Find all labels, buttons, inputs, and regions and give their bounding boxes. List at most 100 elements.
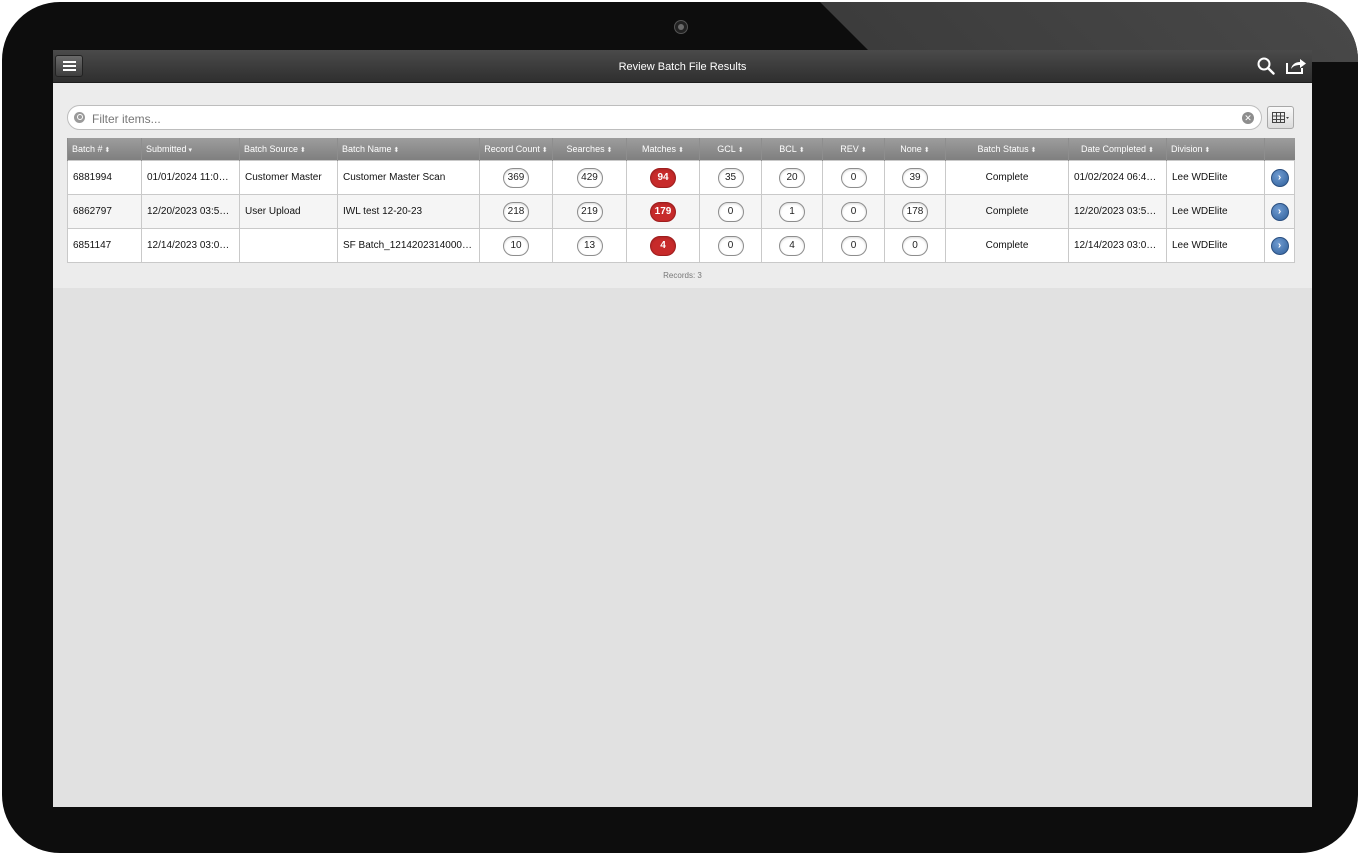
batch-name-cell: SF Batch_12142023140005367 — [337, 228, 480, 263]
searches-cell: 219 — [552, 194, 627, 229]
searches-cell: 429 — [552, 160, 627, 195]
chevron-right-icon[interactable]: › — [1270, 236, 1289, 255]
gcl-cell: 35 — [699, 160, 762, 195]
column-header[interactable]: Batch Status ⬍ — [945, 138, 1069, 161]
batch-name-cell: IWL test 12-20-23 — [337, 194, 480, 229]
batch-number-cell: 6851147 — [67, 228, 142, 263]
tablet-frame: Review Batch File Results ✕ — [2, 2, 1358, 853]
none-badge: 178 — [902, 201, 928, 222]
matches-badge: 179 — [650, 201, 676, 222]
matches-cell: 94 — [626, 160, 700, 195]
bcl-cell: 4 — [761, 228, 823, 263]
matches-cell: 4 — [626, 228, 700, 263]
batch-status-cell: Complete — [945, 194, 1069, 229]
clear-icon[interactable]: ✕ — [1242, 112, 1254, 124]
chevron-right-icon[interactable]: › — [1270, 202, 1289, 221]
top-bar: Review Batch File Results — [53, 50, 1312, 83]
date-completed-cell: 01/02/2024 06:47 ... — [1068, 160, 1167, 195]
date-completed-cell: 12/20/2023 03:54 ... — [1068, 194, 1167, 229]
division-cell: Lee WDElite — [1166, 194, 1265, 229]
date-completed-cell: 12/14/2023 03:00 ... — [1068, 228, 1167, 263]
column-header[interactable]: Division ⬍ — [1166, 138, 1265, 161]
column-header[interactable]: Matches ⬍ — [626, 138, 700, 161]
grid-icon — [1272, 112, 1289, 123]
batch-source-cell: Customer Master — [239, 160, 338, 195]
matches-badge: 4 — [650, 235, 676, 256]
column-header[interactable]: Submitted ▾ — [141, 138, 240, 161]
table-header-row: Batch # ⬍ Submitted ▾ Batch Source ⬍ Batch … — [67, 138, 1295, 161]
rev-cell: 0 — [822, 160, 885, 195]
app-screen: Review Batch File Results ✕ — [53, 50, 1312, 807]
search-icon — [74, 112, 85, 123]
chevron-right-icon[interactable]: › — [1270, 168, 1289, 187]
searches-badge: 13 — [576, 235, 603, 256]
record-count-badge: 218 — [503, 201, 529, 222]
batch-number-cell: 6862797 — [67, 194, 142, 229]
camera-icon — [674, 20, 688, 34]
column-chooser-button[interactable] — [1267, 106, 1294, 129]
rev-badge: 0 — [840, 235, 867, 256]
batch-name-cell: Customer Master Scan — [337, 160, 480, 195]
gcl-cell: 0 — [699, 194, 762, 229]
batch-source-cell — [239, 228, 338, 263]
record-count-badge: 10 — [503, 235, 529, 256]
bcl-cell: 20 — [761, 160, 823, 195]
submitted-cell: 01/01/2024 11:01 PM — [141, 160, 240, 195]
column-header[interactable]: Record Count ⬍ — [479, 138, 553, 161]
table-row[interactable]: 6862797 12/20/2023 03:52 ... User Upload… — [67, 194, 1295, 229]
row-action-cell: › — [1264, 160, 1295, 195]
bcl-cell: 1 — [761, 194, 823, 229]
searches-badge: 219 — [576, 201, 603, 222]
batch-status-cell: Complete — [945, 160, 1069, 195]
column-header[interactable]: Date Completed ⬍ — [1068, 138, 1167, 161]
column-header[interactable]: Batch # ⬍ — [67, 138, 142, 161]
gcl-badge: 0 — [717, 235, 744, 256]
rev-badge: 0 — [840, 201, 867, 222]
matches-badge: 94 — [650, 167, 676, 188]
rev-cell: 0 — [822, 228, 885, 263]
results-table: Batch # ⬍ Submitted ▾ Batch Source ⬍ Batch … — [67, 138, 1295, 263]
record-count-badge: 369 — [503, 167, 529, 188]
gcl-badge: 0 — [717, 201, 744, 222]
bcl-badge: 20 — [779, 167, 805, 188]
rev-badge: 0 — [840, 167, 867, 188]
none-badge: 0 — [902, 235, 928, 256]
none-badge: 39 — [902, 167, 928, 188]
table-row[interactable]: 6881994 01/01/2024 11:01 PM Customer Mas… — [67, 160, 1295, 195]
row-action-cell: › — [1264, 194, 1295, 229]
column-header[interactable]: Batch Source ⬍ — [239, 138, 338, 161]
filter-bar: ✕ — [67, 105, 1262, 130]
none-cell: 39 — [884, 160, 946, 195]
column-header[interactable]: GCL ⬍ — [699, 138, 762, 161]
bcl-badge: 1 — [779, 201, 805, 222]
searches-badge: 429 — [576, 167, 603, 188]
share-icon[interactable] — [1285, 57, 1307, 75]
column-header[interactable]: Batch Name ⬍ — [337, 138, 480, 161]
column-header-actions — [1264, 138, 1295, 161]
filter-input[interactable] — [90, 109, 1234, 129]
division-cell: Lee WDElite — [1166, 228, 1265, 263]
page-title: Review Batch File Results — [618, 61, 747, 73]
table-row[interactable]: 6851147 12/14/2023 03:00 ... SF Batch_12… — [67, 228, 1295, 263]
gcl-cell: 0 — [699, 228, 762, 263]
searches-cell: 13 — [552, 228, 627, 263]
record-count-cell: 369 — [479, 160, 553, 195]
none-cell: 178 — [884, 194, 946, 229]
row-action-cell: › — [1264, 228, 1295, 263]
record-count-cell: 218 — [479, 194, 553, 229]
none-cell: 0 — [884, 228, 946, 263]
records-count: Records: 3 — [663, 271, 702, 280]
bcl-badge: 4 — [779, 235, 805, 256]
record-count-cell: 10 — [479, 228, 553, 263]
search-icon[interactable] — [1257, 57, 1275, 75]
batch-status-cell: Complete — [945, 228, 1069, 263]
submitted-cell: 12/20/2023 03:52 ... — [141, 194, 240, 229]
column-header[interactable]: None ⬍ — [884, 138, 946, 161]
column-header[interactable]: BCL ⬍ — [761, 138, 823, 161]
gcl-badge: 35 — [717, 167, 744, 188]
column-header[interactable]: REV ⬍ — [822, 138, 885, 161]
batch-source-cell: User Upload — [239, 194, 338, 229]
column-header[interactable]: Searches ⬍ — [552, 138, 627, 161]
division-cell: Lee WDElite — [1166, 160, 1265, 195]
batch-number-cell: 6881994 — [67, 160, 142, 195]
